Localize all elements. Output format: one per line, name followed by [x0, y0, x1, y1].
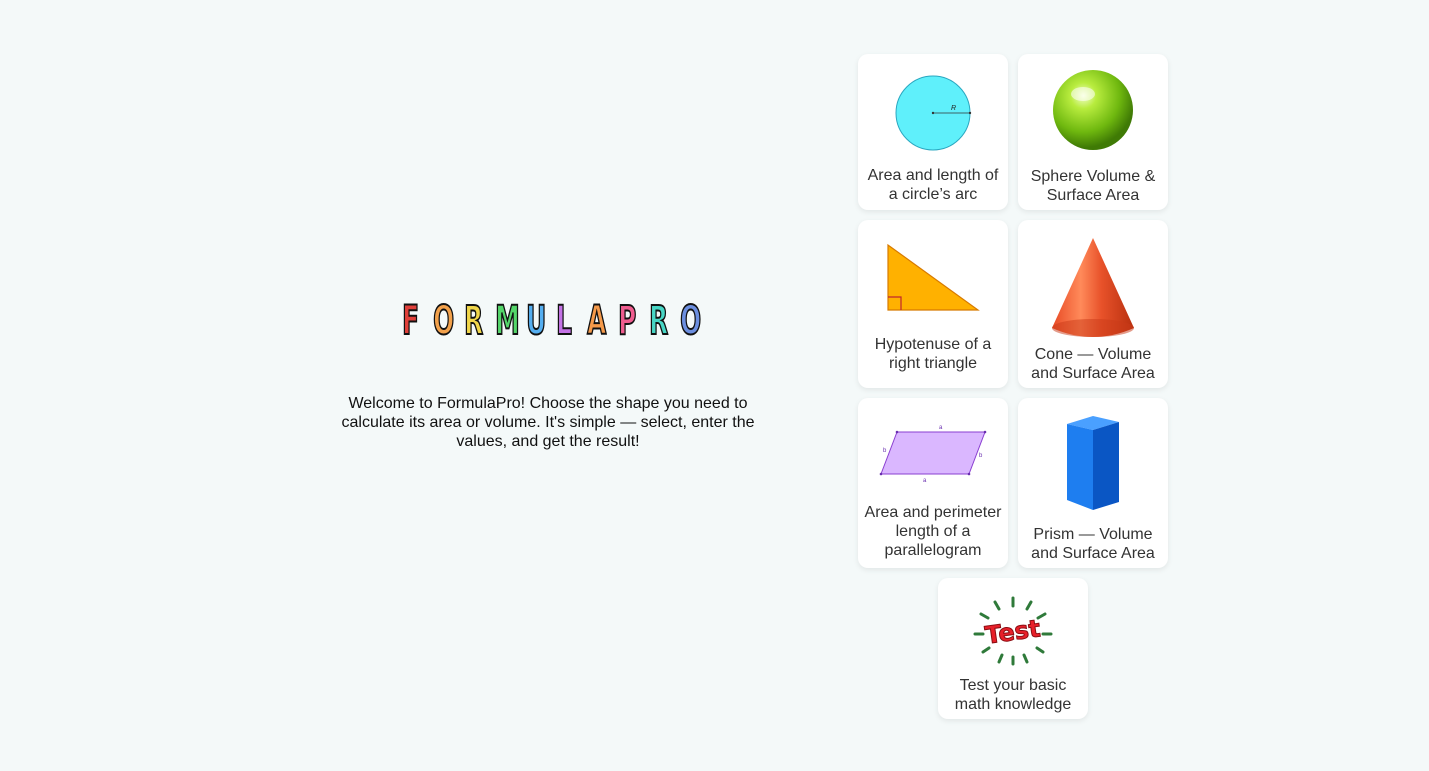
- logo-letter: U: [525, 298, 546, 344]
- parallelogram-icon: a b b a: [879, 425, 987, 484]
- right-triangle-icon: [887, 243, 980, 311]
- card-label: Hypotenuse of a right triangle: [874, 336, 992, 372]
- circle-icon: R: [895, 75, 972, 151]
- card-label: Prism — Volume and Surface Area: [1031, 526, 1155, 562]
- card-label: Area and perimeter length of a parallelo…: [864, 504, 1002, 559]
- prism-card[interactable]: Prism — Volume and Surface Area: [1018, 398, 1168, 568]
- card-label: Area and length of a circle’s arc: [867, 167, 999, 203]
- cone-icon: [1052, 238, 1134, 337]
- logo-letter: R: [649, 298, 669, 344]
- logo-letter: R: [463, 298, 484, 344]
- main-page: F O R M U L A P R O Welcome to FormulaPr…: [0, 0, 1429, 771]
- side-a-label: a: [923, 478, 927, 484]
- side-a-label: a: [939, 425, 943, 431]
- side-b-label: b: [979, 453, 983, 459]
- circle-arc-card[interactable]: R Area and length of a circle’s arc: [858, 54, 1008, 210]
- radius-label: R: [951, 105, 956, 112]
- parallelogram-card[interactable]: a b b a Area and perimeter length of a p…: [858, 398, 1008, 568]
- welcome-text: Welcome to FormulaPro! Choose the shape …: [341, 395, 755, 450]
- cone-card[interactable]: Cone — Volume and Surface Area: [1018, 220, 1168, 388]
- card-label: Sphere Volume & Surface Area: [1030, 168, 1156, 204]
- test-badge-text: Test: [983, 614, 1042, 649]
- math-test-card[interactable]: Test Test your basic math knowledge: [938, 578, 1088, 719]
- test-icon: Test: [973, 596, 1053, 666]
- right-triangle-card[interactable]: Hypotenuse of a right triangle: [858, 220, 1008, 388]
- logo-letter: A: [587, 298, 607, 344]
- side-b-label: b: [883, 448, 887, 454]
- card-label: Test your basic math knowledge: [954, 677, 1072, 713]
- logo-letter: M: [494, 298, 520, 344]
- logo-letter: L: [556, 298, 573, 344]
- logo-letter: O: [679, 298, 702, 344]
- formulapro-logo: F O R M U L A P R O: [398, 298, 702, 344]
- logo-letter: F: [402, 298, 420, 344]
- logo-letter: O: [432, 298, 455, 344]
- logo-letter: P: [618, 298, 637, 344]
- sphere-card[interactable]: Sphere Volume & Surface Area: [1018, 54, 1168, 210]
- card-label: Cone — Volume and Surface Area: [1031, 346, 1155, 382]
- sphere-icon: [1053, 70, 1133, 150]
- prism-icon: [1067, 416, 1119, 510]
